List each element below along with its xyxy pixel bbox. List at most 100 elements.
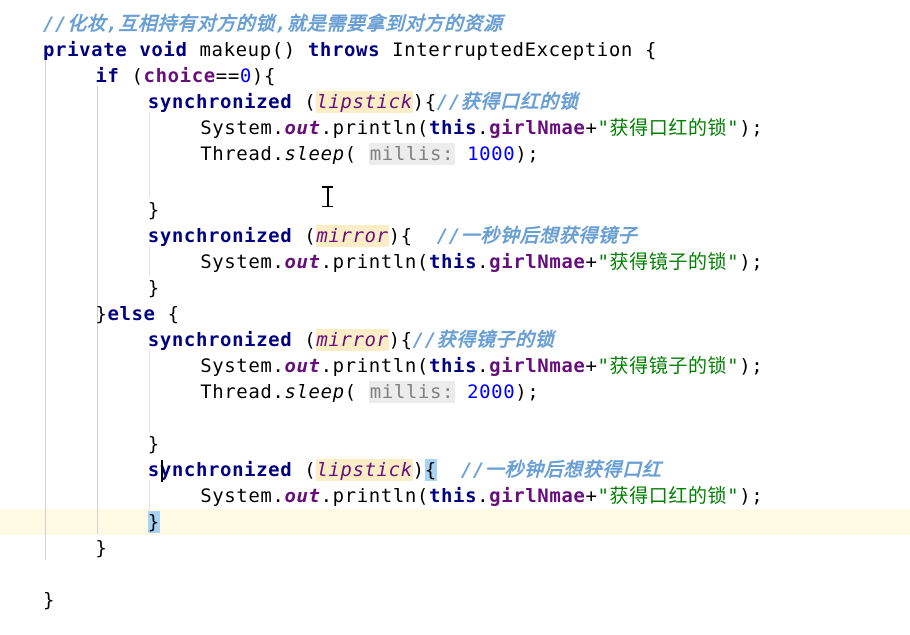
code-token-kw: private [43,39,128,61]
code-line[interactable]: } [148,275,160,301]
code-token-lockvar: lipstick [316,91,413,113]
code-token-plain: .println( [320,355,429,377]
code-token-plain: } [147,277,160,299]
code-token-plain: ( [292,91,317,113]
code-token-mi: sleep [284,381,345,403]
code-token-plain: Thread. [200,381,285,403]
code-token-num: 2000 [467,381,516,403]
code-editor[interactable]: //化妆,互相持有对方的锁,就是需要拿到对方的资源 private void ma… [0,0,910,635]
code-line[interactable]: } [95,535,107,561]
code-line[interactable]: } [148,431,160,457]
code-token-cmt: //一秒钟后想获得口红 [460,459,662,481]
code-token-fldi: out [284,355,321,377]
code-token-cmt: //获得口红的锁 [436,91,579,113]
code-token-hint: millis: [368,143,456,165]
code-token-plain: . [477,485,490,507]
code-token-fldi: out [284,485,321,507]
code-line[interactable]: synchronized (lipstick){//获得口红的锁 [148,89,579,115]
code-token-plain: . [477,355,490,377]
code-line[interactable]: Thread.sleep( millis: 2000); [200,379,539,405]
code-token-plain: ( [119,65,144,87]
code-token-brace-match: } [147,511,160,533]
code-token-plain: } [95,537,108,559]
code-token-plain: ){ [388,329,413,351]
code-line[interactable]: synchronized (mirror){//获得镜子的锁 [148,327,555,353]
code-token-str: "获得口红的锁" [597,117,740,139]
code-token-plain: System. [200,117,285,139]
code-token-kw: throws [307,39,381,61]
ibeam-stem [327,186,329,207]
code-token-kw: synchronized [147,329,293,351]
code-token-cmt: //化妆,互相持有对方的锁,就是需要拿到对方的资源 [43,13,503,35]
code-token-plain: ){ [388,225,437,247]
code-token-plain: Thread. [200,143,285,165]
code-token-kw: synchronized [147,91,293,113]
code-token-fld: girlNmae [489,117,586,139]
code-token-lockvar: mirror [316,225,389,247]
code-token-plain: ( [292,329,317,351]
code-token-hint: millis: [368,381,456,403]
code-token-fld: girlNmae [489,485,586,507]
code-token-plain: } [95,303,108,325]
mouse-ibeam-cursor [322,186,333,207]
code-token-plain: ( [292,225,317,247]
code-token-plain: + [585,485,598,507]
code-token-fld: choice [143,65,216,87]
code-line[interactable]: System.out.println(this.girlNmae+"获得镜子的锁… [200,353,763,379]
code-token-cmt: //获得镜子的锁 [412,329,555,351]
code-token-lockvar: mirror [316,329,389,351]
code-line[interactable]: Thread.sleep( millis: 1000); [200,141,539,167]
code-token-kw: void [139,39,188,61]
code-line[interactable]: } [147,509,160,535]
code-token-plain: } [147,199,160,221]
code-token-plain: ){ [251,65,276,87]
code-token-plain: ( [292,459,317,481]
code-token-plain: .println( [320,251,429,273]
code-token-kw: else [107,303,156,325]
code-line[interactable]: synchronized (lipstick){ //一秒钟后想获得口红 [148,457,662,483]
code-token-fld: girlNmae [489,251,586,273]
code-line[interactable]: //化妆,互相持有对方的锁,就是需要拿到对方的资源 [43,11,503,37]
code-token-num: 0 [239,65,252,87]
code-token-plain: { [155,303,180,325]
code-token-mi: sleep [284,143,345,165]
code-token-kw: this [428,251,478,273]
code-token-kw: this [428,117,478,139]
code-token-str: "获得口红的锁" [597,485,740,507]
code-token-plain: ( [344,381,369,403]
code-line[interactable]: private void makeup() throws Interrupted… [43,37,657,63]
code-token-kw: synchronized [147,459,293,481]
code-token-plain: + [585,117,598,139]
code-token-cmt: //一秒钟后想获得镜子 [436,225,638,247]
code-text-layer[interactable]: //化妆,互相持有对方的锁,就是需要拿到对方的资源 private void ma… [0,0,910,635]
code-token-plain: + [585,251,598,273]
code-line[interactable]: System.out.println(this.girlNmae+"获得口红的锁… [200,115,763,141]
code-token-str: "获得镜子的锁" [597,355,740,377]
code-token-kw: this [428,485,478,507]
code-line[interactable]: } [43,587,55,613]
code-line[interactable]: synchronized (mirror){ //一秒钟后想获得镜子 [148,223,637,249]
code-token-plain: } [43,589,56,611]
code-line[interactable]: }else { [95,301,179,327]
code-token-fld: girlNmae [489,355,586,377]
code-token-fldi: out [284,117,321,139]
code-token-plain: ){ [412,91,437,113]
code-token-fldi: out [284,251,321,273]
code-line[interactable]: } [148,197,160,223]
code-line[interactable]: System.out.println(this.girlNmae+"获得镜子的锁… [200,249,763,275]
code-token-plain: ); [739,355,764,377]
code-token-plain: InterruptedException { [380,39,658,61]
code-token-plain: . [477,117,490,139]
code-token-kw: synchronized [147,225,293,247]
code-token-plain: System. [200,251,285,273]
code-token-plain: ); [739,117,764,139]
ibeam-bottom-bar [322,205,333,207]
code-token-str: "获得镜子的锁" [597,251,740,273]
code-line[interactable]: System.out.println(this.girlNmae+"获得口红的锁… [200,483,763,509]
code-token-plain: ); [739,251,764,273]
code-token-plain: + [585,355,598,377]
code-line[interactable]: if (choice==0){ [95,63,276,89]
